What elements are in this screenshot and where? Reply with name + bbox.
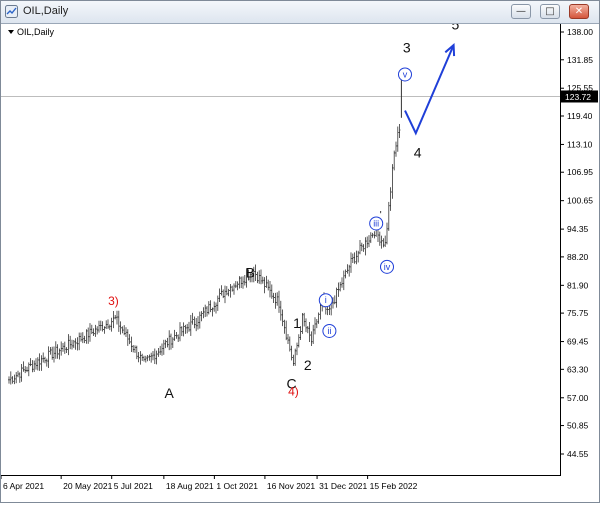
price-tick-label: 50.85 [567, 421, 589, 431]
price-tick-label: 81.90 [567, 280, 589, 290]
minimize-icon: — [516, 6, 526, 17]
plot-background [1, 24, 560, 475]
time-axis: 6 Apr 2021 20 May 2021 5 Jul 2021 18 Aug 20… [0, 475, 418, 491]
price-chart[interactable]: OIL,Daily 3)ABC4)12iiiiiiivv345)5' 138.0… [0, 2, 599, 502]
wave-label-iv: iv [380, 259, 394, 274]
wave-label-4): 4) [288, 385, 299, 399]
price-tick-label: 94.35 [567, 224, 589, 234]
wave-label-v: v [398, 67, 412, 82]
current-price-badge: 123.72 [561, 90, 598, 103]
chart-window: OIL,Daily — □ ✕ OIL,Daily 3) A B C 4) 1 2 i ii ii… [0, 0, 600, 503]
close-button[interactable]: ✕ [569, 4, 589, 19]
price-tick-label: 106.95 [567, 167, 593, 177]
wave-label-3): 3) [108, 294, 119, 308]
chart-area[interactable]: OIL,Daily 3)ABC4)12iiiiiiivv345)5' 138.0… [0, 2, 599, 502]
wave-label-text: v [403, 69, 408, 79]
price-tick-label: 119.40 [567, 111, 593, 121]
maximize-button[interactable]: □ [540, 4, 560, 19]
symbol-label: OIL,Daily [17, 27, 55, 37]
chart-window-icon [5, 5, 18, 18]
time-tick-label: 18 Aug 2021 [166, 481, 214, 491]
price-tick-label: 44.55 [567, 449, 589, 459]
wave-label-4: 4 [414, 145, 422, 161]
time-tick-label: 20 May 2021 [63, 481, 112, 491]
wave-label-5: 5 [452, 24, 460, 32]
maximize-icon: □ [545, 6, 555, 17]
price-tick-label: 131.85 [567, 55, 593, 65]
wave-label-1: 1 [293, 315, 301, 331]
time-tick-label: 5 Jul 2021 [114, 481, 153, 491]
price-tick-label: 113.10 [567, 139, 593, 149]
wave-label-text: iv [384, 262, 391, 272]
wave-label-text: i [325, 295, 327, 305]
price-tick-label: 57.00 [567, 393, 589, 403]
wave-label-B: B [246, 265, 255, 281]
close-icon: ✕ [574, 6, 584, 17]
tick-mark-label: ' [380, 210, 382, 221]
price-axis: 138.00131.85125.55119.40113.10106.95100.… [560, 27, 598, 459]
wave-label-text: ii [327, 326, 331, 336]
wave-label-2: 2 [304, 357, 312, 373]
minimize-button[interactable]: — [511, 4, 531, 19]
price-tick-label: 63.30 [567, 364, 589, 374]
wave-label-3: 3 [403, 39, 411, 55]
price-tick-label: 138.00 [567, 27, 593, 37]
price-tick-label: 75.75 [567, 308, 589, 318]
wave-label-A: A [165, 385, 175, 401]
window-title: OIL,Daily [23, 5, 69, 17]
time-tick-label: 16 Nov 2021 [267, 481, 315, 491]
time-tick-label: 15 Feb 2022 [370, 481, 418, 491]
wave-label-text: iii [373, 218, 379, 228]
price-tick-label: 100.65 [567, 196, 593, 206]
price-tick-label: 88.20 [567, 252, 589, 262]
time-tick-label: 6 Apr 2021 [3, 481, 44, 491]
current-price-value: 123.72 [565, 92, 591, 102]
wave-label-ii: ii [322, 323, 337, 338]
wave-label-i: i [318, 293, 333, 308]
time-tick-label: 1 Oct 2021 [216, 481, 258, 491]
title-bar[interactable]: OIL,Daily — □ ✕ [1, 1, 599, 24]
time-tick-label: 31 Dec 2021 [319, 481, 367, 491]
price-tick-label: 69.45 [567, 337, 589, 347]
